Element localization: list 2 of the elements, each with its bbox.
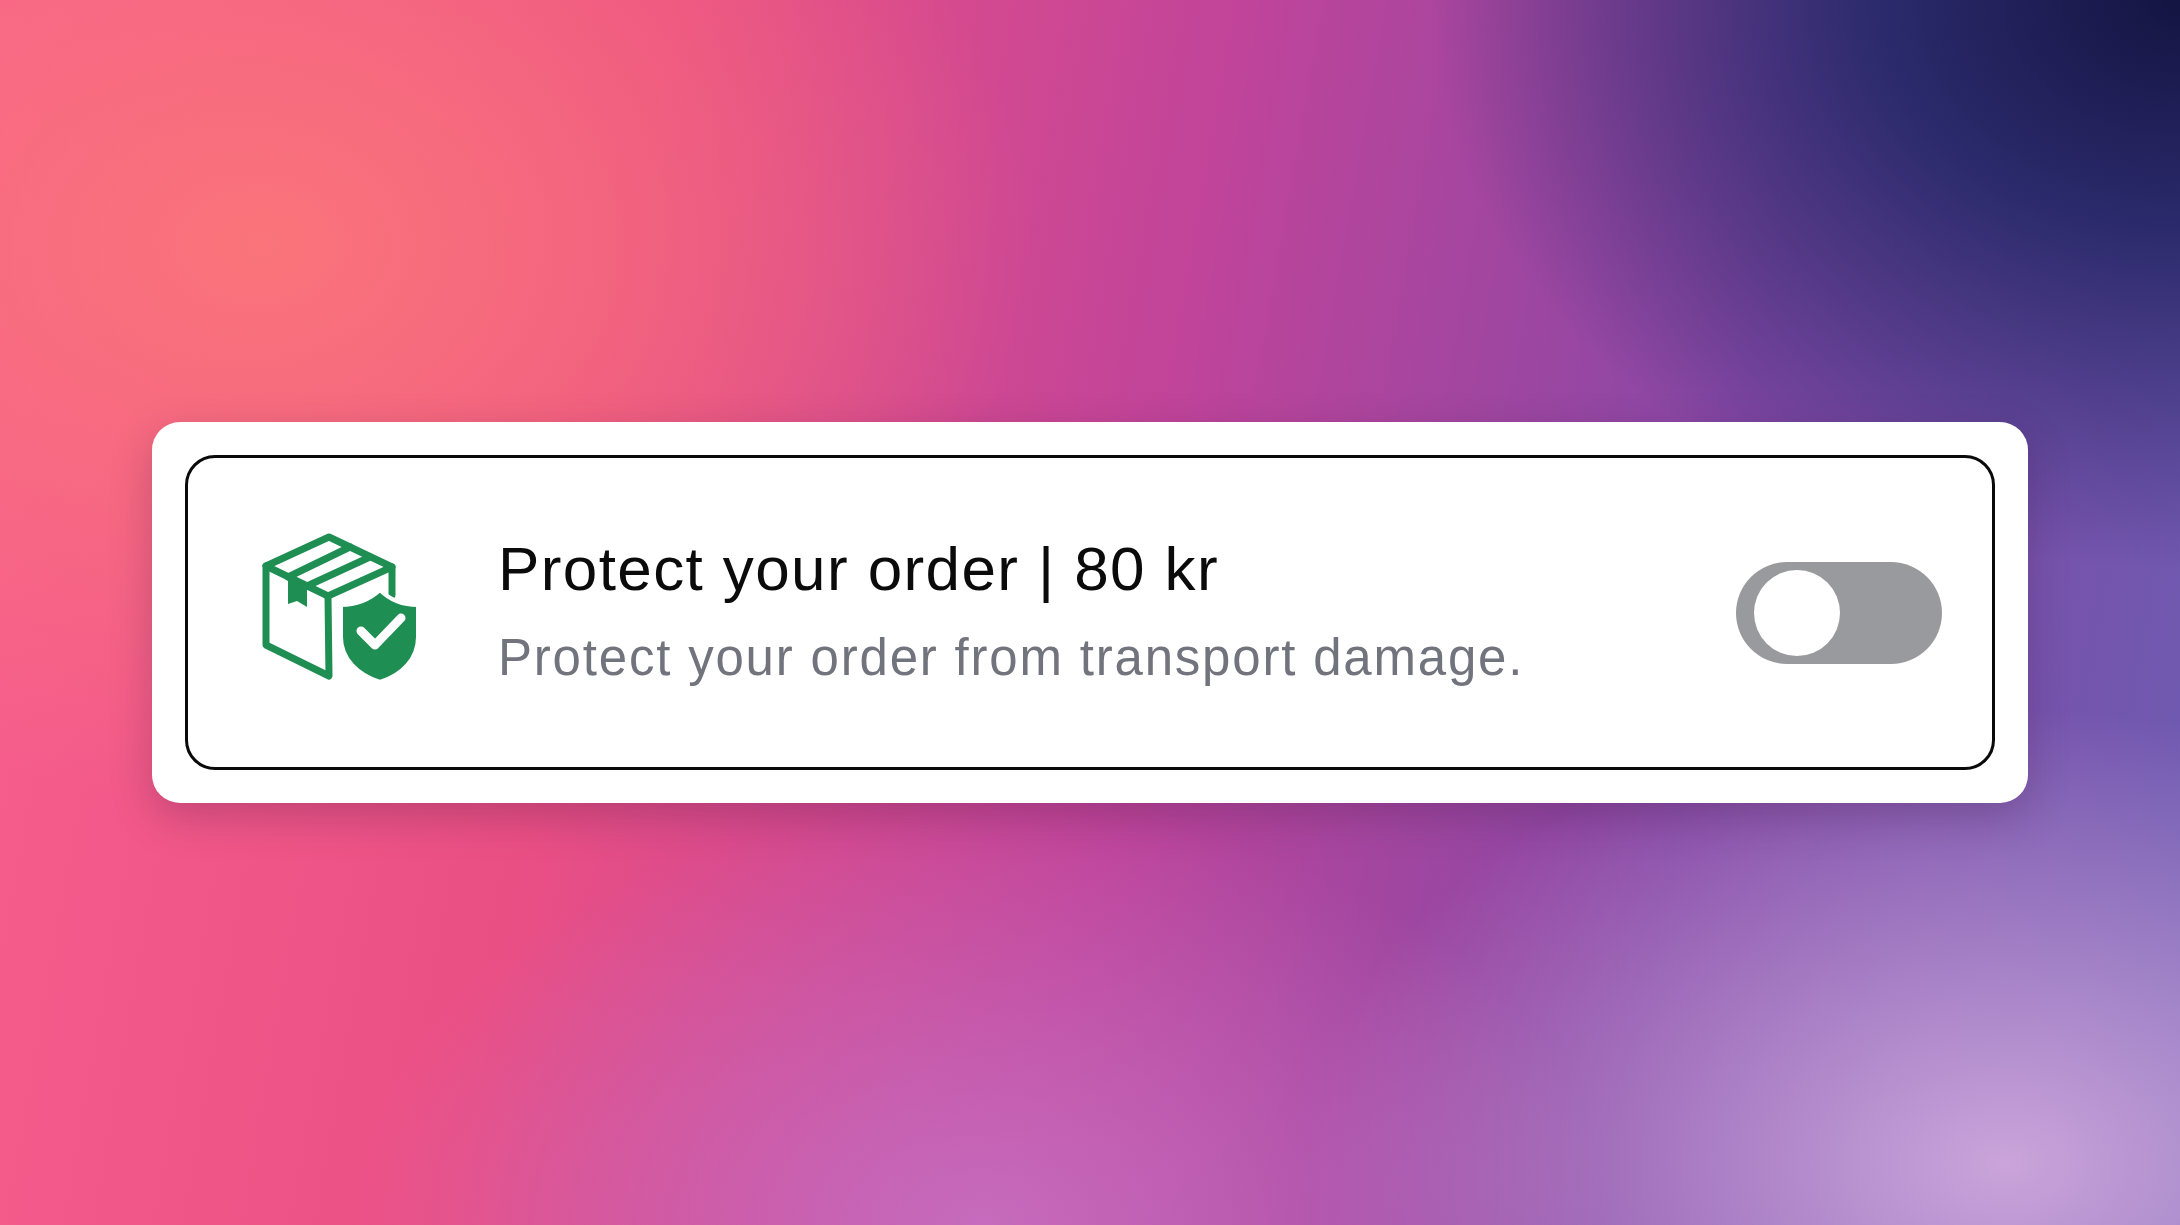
option-description: Protect your order from transport damage. [498,627,1526,688]
option-title: Protect your order | 80 kr [498,532,1220,605]
